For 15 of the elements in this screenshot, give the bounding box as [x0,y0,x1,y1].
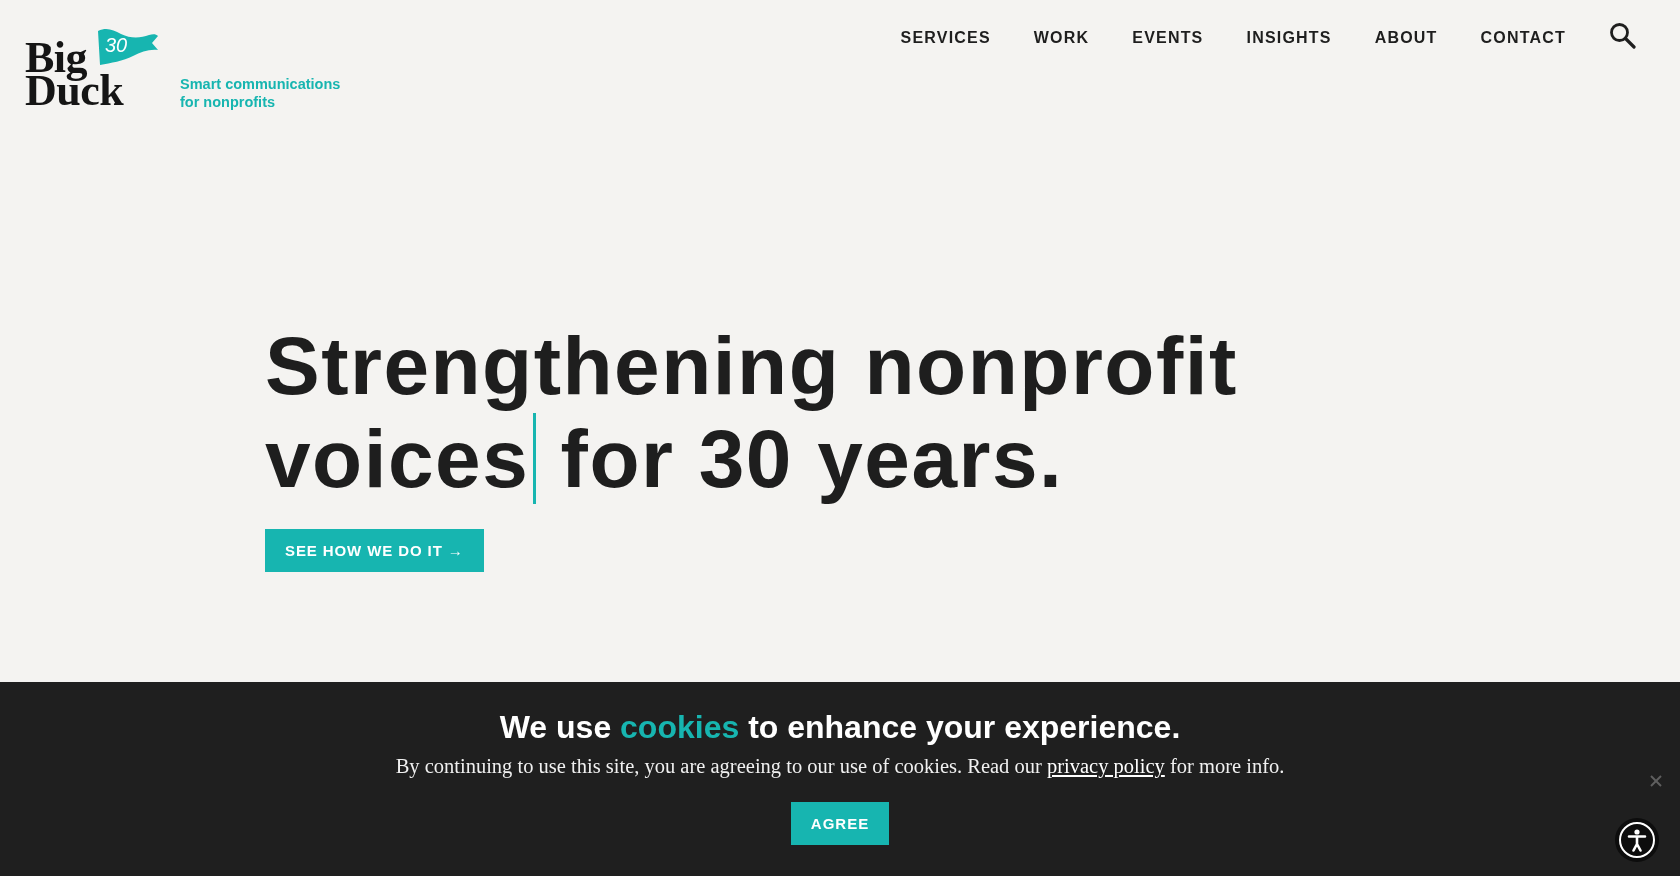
nav-link[interactable]: ABOUT [1374,28,1438,48]
accessibility-icon[interactable] [1615,818,1659,862]
close-icon[interactable] [1650,775,1662,787]
hero-heading: Strengthening nonprofit voices for 30 years. [265,319,1239,505]
nav-link[interactable]: SERVICES [900,28,991,48]
nav-link[interactable]: INSIGHTS [1246,28,1332,48]
nav-link[interactable]: WORK [1033,28,1090,48]
nav-link[interactable]: EVENTS [1132,28,1204,48]
cookie-message: By continuing to use this site, you are agreeing to our use of cookies. Read our privacy policy for more info. [394,754,1286,779]
search-icon[interactable] [1609,22,1636,49]
nav-link[interactable]: CONTACT [1480,28,1566,48]
cookie-heading: We use cookies to enhance your experience. [498,708,1182,746]
tagline: Smart communications for nonprofits [180,75,342,111]
privacy-policy-link[interactable]: privacy policy [1046,755,1165,777]
logo[interactable]: Big Duck 30 [25,27,158,107]
